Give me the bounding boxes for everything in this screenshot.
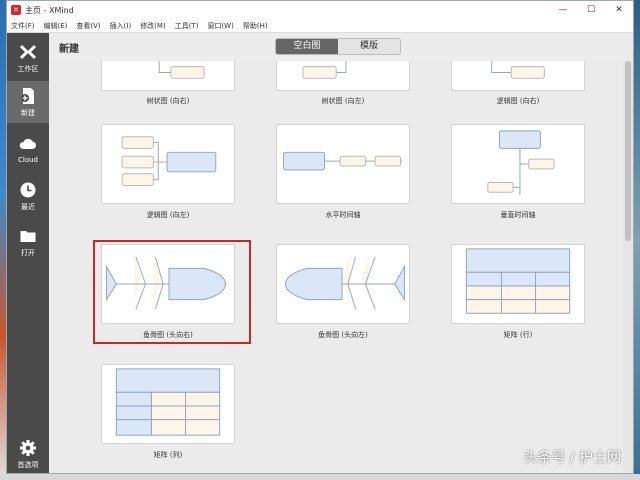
menu-tools[interactable]: 工具(T) <box>175 21 199 31</box>
logic-right-thumbnail <box>491 61 545 79</box>
template-caption: 树状图 (向右) <box>146 97 190 105</box>
sidebar-item-cloud[interactable]: Cloud <box>7 129 49 171</box>
menu-window[interactable]: 窗口(W) <box>207 21 233 31</box>
matrix-row-thumbnail <box>465 248 571 314</box>
template-caption: 矩阵 (行) <box>503 331 533 339</box>
sidebar-item-label: Cloud <box>18 156 38 164</box>
cloud-icon <box>19 138 36 149</box>
page-title: 新建 <box>59 44 79 55</box>
template-card-logic-left[interactable] <box>101 124 235 204</box>
window-title: 主页 - XMind <box>25 5 74 15</box>
sidebar: 工作区 新建 Cloud 最近 打开 首选项 <box>7 33 49 473</box>
template-caption: 矩阵 (列) <box>153 451 183 459</box>
template-card-matrix-row[interactable] <box>451 244 585 324</box>
template-card-tree-left[interactable] <box>276 61 410 91</box>
tab-blank-map[interactable]: 空白图 <box>276 39 338 54</box>
menu-file[interactable]: 文件(F) <box>11 21 35 31</box>
template-card-vertical-timeline[interactable] <box>451 124 585 204</box>
template-card-logic-right[interactable] <box>451 61 585 91</box>
menu-view[interactable]: 查看(V) <box>76 21 100 31</box>
clock-icon <box>20 182 36 198</box>
logic-left-thumbnail <box>121 136 217 186</box>
tree-right-thumbnail <box>158 61 205 79</box>
menu-edit[interactable]: 编辑(E) <box>44 21 68 31</box>
menu-insert[interactable]: 插入(I) <box>110 21 132 31</box>
new-document-icon <box>21 88 34 104</box>
desktop-edge-right <box>634 0 640 480</box>
sidebar-item-label: 工作区 <box>17 65 39 73</box>
template-caption: 鱼骨图 (头向左) <box>318 331 368 339</box>
gear-icon <box>20 440 36 456</box>
template-caption: 逻辑图 (向右) <box>496 97 540 105</box>
template-card-horizontal-timeline[interactable] <box>276 124 410 204</box>
template-caption: 树状图 (向左) <box>321 97 365 105</box>
menu-modify[interactable]: 修改(M) <box>140 21 166 31</box>
sidebar-item-recent[interactable]: 最近 <box>7 175 49 217</box>
template-card-matrix-column[interactable] <box>101 364 235 444</box>
tree-left-thumbnail <box>302 61 347 79</box>
minimize-button[interactable]: — <box>549 5 577 15</box>
taskbar-strip <box>0 474 640 480</box>
maximize-button[interactable]: ☐ <box>577 5 605 15</box>
menu-help[interactable]: 帮助(H) <box>243 21 268 31</box>
template-caption: 水平时间轴 <box>325 211 361 219</box>
watermark: 头条号 / 护士网 <box>523 450 621 466</box>
xmind-window: ✕ 主页 - XMind — ☐ ✕ 文件(F) 编辑(E) 查看(V) 插入(… <box>6 0 634 474</box>
template-type-switch: 空白图 模版 <box>275 38 401 55</box>
content-header: 新建 空白图 模版 <box>49 33 633 61</box>
xmind-logo-icon <box>19 44 37 60</box>
scrollbar-thumb[interactable] <box>625 61 631 241</box>
template-caption: 垂直时间轴 <box>500 211 536 219</box>
sidebar-item-label: 新建 <box>21 109 35 117</box>
folder-icon <box>20 231 36 242</box>
sidebar-item-preferences[interactable]: 首选项 <box>7 433 49 473</box>
menu-bar: 文件(F) 编辑(E) 查看(V) 插入(I) 修改(M) 工具(T) 窗口(W… <box>7 19 633 33</box>
horizontal-timeline-thumbnail <box>283 151 403 171</box>
close-button[interactable]: ✕ <box>605 5 633 15</box>
tab-templates[interactable]: 模版 <box>338 39 400 54</box>
fishbone-left-thumbnail <box>284 254 405 310</box>
title-bar: ✕ 主页 - XMind — ☐ ✕ <box>7 1 633 19</box>
template-card-fishbone-left[interactable] <box>276 244 410 324</box>
gallery-scrollbar[interactable] <box>623 61 633 473</box>
sidebar-item-open[interactable]: 打开 <box>7 221 49 263</box>
template-card-tree-right[interactable] <box>101 61 235 91</box>
template-caption: 逻辑图 (向左) <box>146 211 190 219</box>
vertical-timeline-thumbnail <box>487 130 555 196</box>
sidebar-item-label: 最近 <box>21 203 35 211</box>
sidebar-item-label: 首选项 <box>17 461 39 469</box>
selection-highlight <box>93 240 251 344</box>
sidebar-item-label: 打开 <box>21 249 35 257</box>
xmind-app-icon: ✕ <box>11 5 21 15</box>
sidebar-item-workspace[interactable]: 工作区 <box>7 37 49 79</box>
sidebar-item-new[interactable]: 新建 <box>7 81 49 123</box>
matrix-column-thumbnail <box>115 368 221 436</box>
